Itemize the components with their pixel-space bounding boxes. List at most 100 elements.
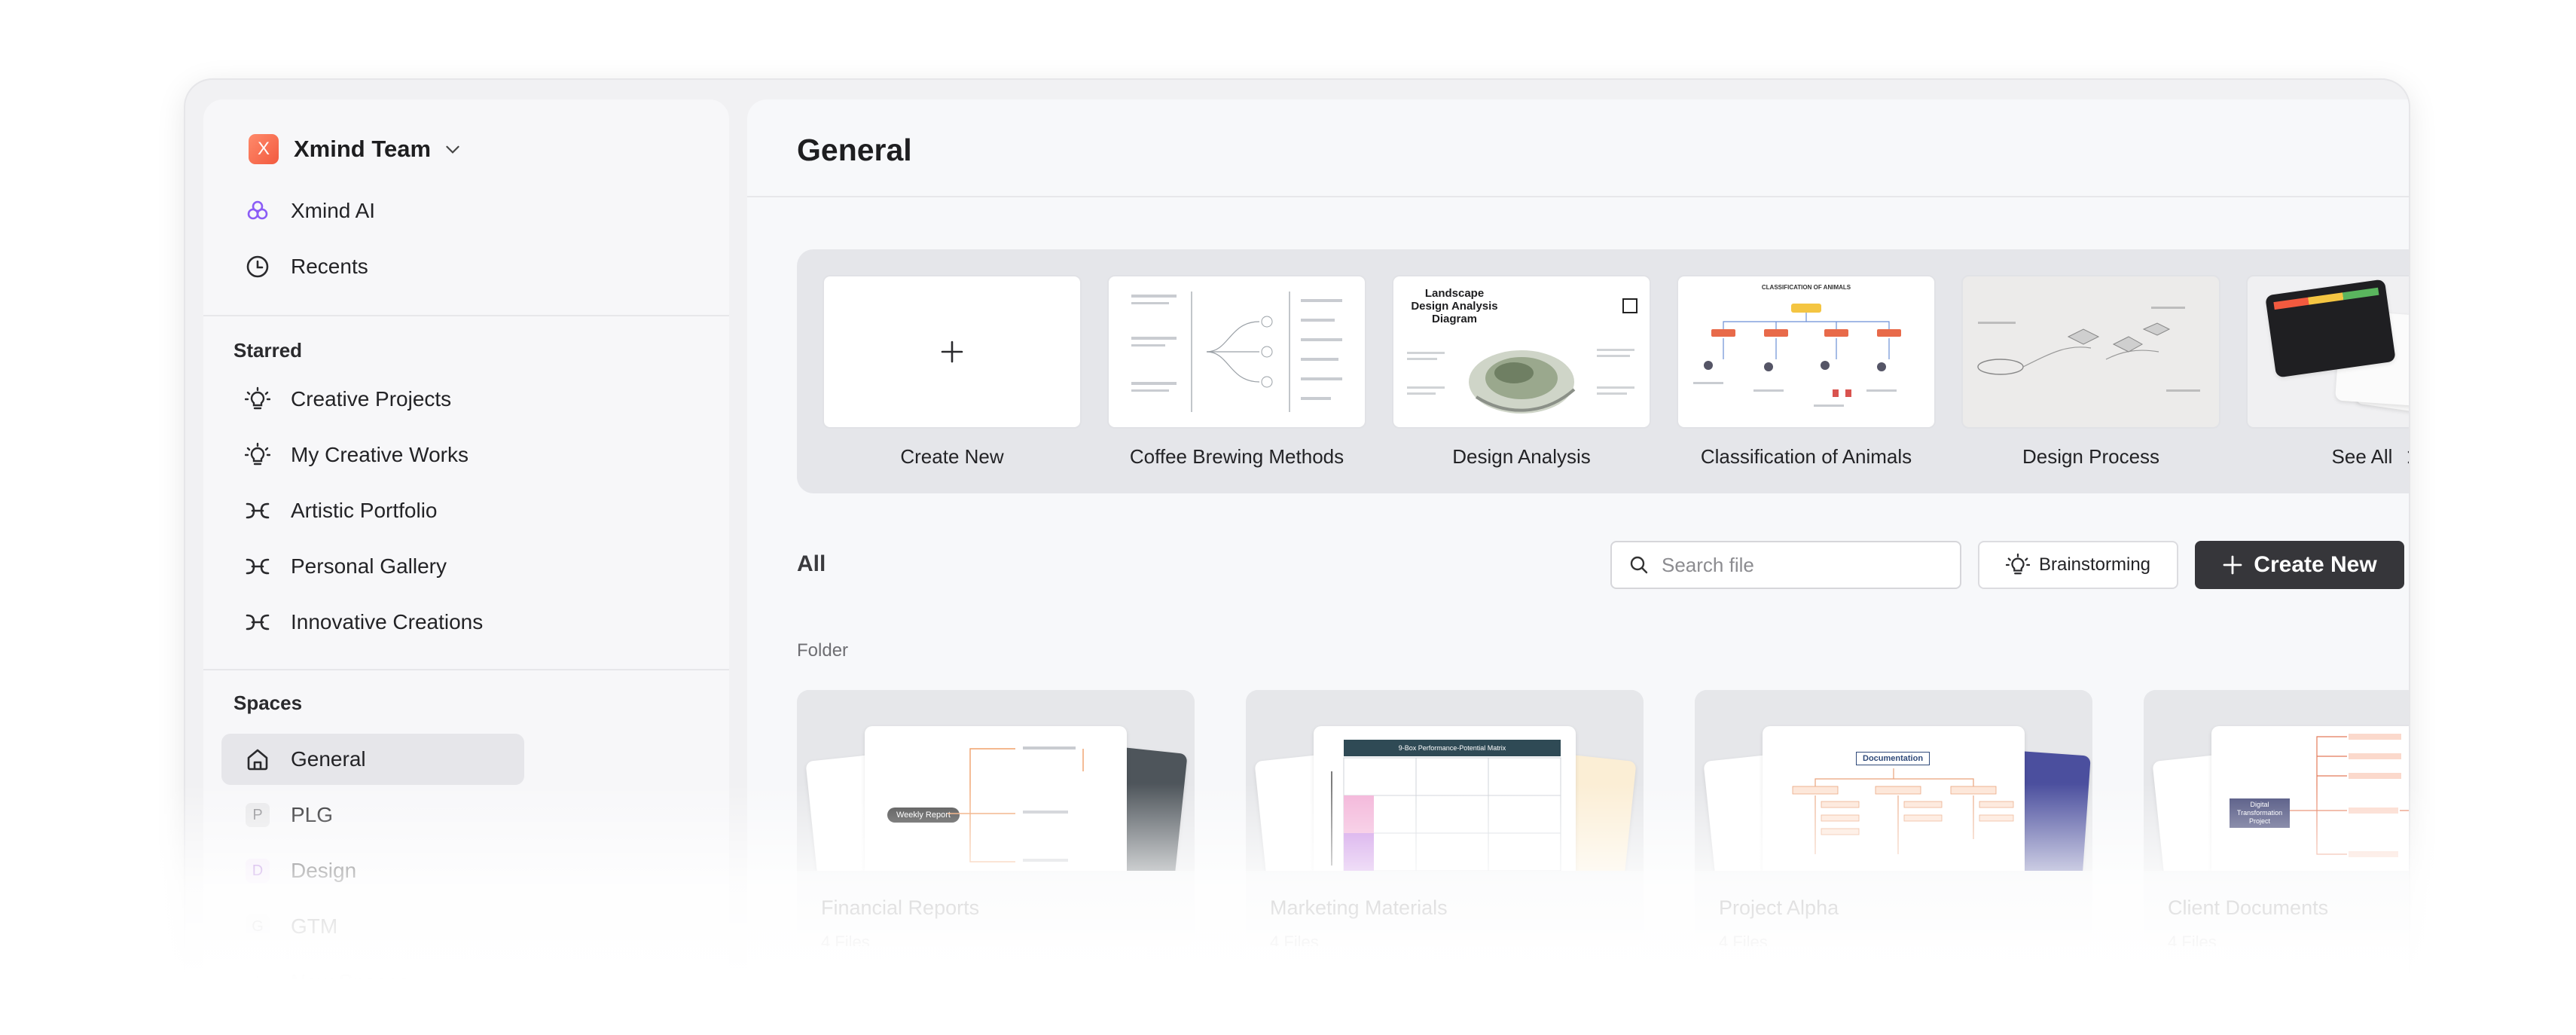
team-name: Xmind Team	[294, 136, 432, 162]
team-avatar: X	[249, 134, 279, 164]
spaces-title: Spaces	[233, 692, 303, 714]
search-icon	[1630, 556, 1648, 574]
template-classification-of-animals[interactable]: CLASSIFICATION OF ANIMALS Classification	[1677, 275, 1936, 469]
template-label: Design Analysis	[1452, 445, 1591, 468]
starred-item-innovative-creations[interactable]: Innovative Creations	[221, 597, 524, 648]
template-label: Create New	[900, 445, 1004, 468]
template-create-new[interactable]: Create New	[823, 275, 1082, 469]
template-thumbnail: CLASSIFICATION OF ANIMALS	[1677, 275, 1936, 429]
brainstorming-button[interactable]: Brainstorming	[1978, 541, 2178, 589]
team-switcher[interactable]: X Xmind Team	[249, 133, 462, 166]
xmind-ai-icon	[244, 197, 271, 224]
main-panel: General Create New Coffee Brewing Method…	[747, 99, 2409, 1035]
preview-sheet: 9-Box Performance-Potential Matrix	[1314, 726, 1576, 871]
mindmap-icon	[244, 497, 271, 524]
matrix-thumbnail	[1331, 757, 1561, 871]
starred-item-artistic-portfolio[interactable]: Artistic Portfolio	[221, 485, 524, 536]
preview-sheet: Weekly Report	[865, 726, 1127, 871]
home-icon	[244, 746, 271, 773]
tree-diagram-thumbnail	[1693, 304, 1901, 407]
space-item-label: PLG	[291, 803, 334, 826]
starred-item-creative-projects[interactable]: Creative Projects	[221, 374, 524, 425]
space-item-label: Design	[291, 859, 357, 882]
template-label: Classification of Animals	[1700, 445, 1912, 468]
folder-card-marketing-materials[interactable]: 9-Box Performance-Potential Matrix Marke…	[1246, 690, 1644, 946]
starred-item-personal-gallery[interactable]: Personal Gallery	[221, 541, 524, 592]
space-item-general[interactable]: General	[221, 734, 524, 785]
brainstorming-label: Brainstorming	[2038, 554, 2151, 575]
template-coffee-brewing-methods[interactable]: Coffee Brewing Methods	[1107, 275, 1366, 469]
space-item-design[interactable]: D Design	[221, 845, 524, 896]
folder-card-project-alpha[interactable]: Documentation Project Alpha 4 Files	[1695, 690, 2092, 946]
landscape-thumbnail	[1407, 298, 1637, 414]
preview-sheet: Documentation	[1763, 726, 2025, 871]
filter-all-label[interactable]: All	[797, 551, 826, 577]
template-label: Coffee Brewing Methods	[1129, 445, 1344, 468]
space-letter-badge: D	[244, 857, 271, 884]
folder-name: Client Documents	[2168, 896, 2329, 919]
preview-sheet: Digital Transformation Project	[2211, 726, 2409, 871]
space-letter-g: G	[246, 914, 270, 939]
mindmap-thumbnail	[2290, 734, 2409, 857]
starred-item-my-creative-works[interactable]: My Creative Works	[221, 429, 524, 481]
lightbulb-icon	[244, 386, 271, 413]
space-letter-p: P	[246, 803, 270, 827]
starred-item-label: Creative Projects	[291, 387, 452, 411]
see-all-label: See All	[2331, 445, 2393, 468]
main-header: General	[747, 99, 2409, 197]
mindmap-icon	[244, 609, 271, 636]
starred-item-label: My Creative Works	[291, 443, 469, 466]
folder-file-count: 4 Files	[821, 933, 870, 946]
template-thumbnail	[1107, 275, 1366, 429]
template-thumbnail	[823, 275, 1082, 429]
folder-preview: Weekly Report	[797, 690, 1195, 871]
search-input[interactable]	[1662, 553, 1948, 577]
new-space-button[interactable]: + New Spaces	[221, 957, 524, 1008]
starred-item-label: Innovative Creations	[291, 610, 484, 634]
mindmap-thumbnail	[1792, 768, 2014, 854]
nav-recents[interactable]: Recents	[221, 241, 524, 292]
template-gallery: Create New Coffee Brewing Methods Landsc…	[797, 249, 2409, 493]
page-title: General	[797, 133, 912, 167]
folder-preview: 9-Box Performance-Potential Matrix	[1246, 690, 1644, 871]
sidebar-divider	[203, 315, 729, 316]
space-item-plg[interactable]: P PLG	[221, 789, 524, 841]
folder-card-financial-reports[interactable]: Weekly Report Financial Reports 4 Files	[797, 690, 1195, 946]
clock-icon	[244, 253, 271, 280]
starred-item-label: Personal Gallery	[291, 554, 447, 578]
nav-recents-label: Recents	[291, 255, 368, 278]
template-thumbnail	[2246, 275, 2409, 429]
see-all-label-row: See All	[2246, 445, 2409, 469]
app-window: X Xmind Team Xmind AI Recents Starred Cr…	[185, 80, 2409, 1035]
space-letter-d: D	[246, 859, 270, 883]
chevron-right-icon	[2408, 450, 2409, 463]
stacked-paper-dark	[2265, 279, 2396, 378]
folder-preview: Documentation	[1695, 690, 2092, 871]
create-new-button[interactable]: Create New	[2195, 541, 2404, 589]
space-item-gtm[interactable]: G GTM	[221, 901, 524, 952]
space-item-label: GTM	[291, 914, 338, 938]
folder-preview: Digital Transformation Project	[2144, 690, 2409, 871]
lightbulb-icon	[244, 441, 271, 469]
folder-name: Marketing Materials	[1270, 896, 1448, 919]
space-item-label: New Spaces	[291, 970, 410, 994]
folder-name: Financial Reports	[821, 896, 980, 919]
create-new-label: Create New	[2254, 552, 2377, 577]
folder-card-client-documents[interactable]: Digital Transformation Project Client Do…	[2144, 690, 2409, 946]
see-all-templates[interactable]: See All	[2246, 275, 2409, 469]
sidebar-divider	[203, 669, 729, 670]
space-letter-badge: P	[244, 801, 271, 829]
mindmap-icon	[244, 553, 271, 580]
template-design-process[interactable]: Design Process	[1961, 275, 2220, 469]
mindmap-thumbnail	[948, 746, 1084, 862]
folder-file-count: 4 Files	[1270, 933, 1319, 946]
space-item-label: General	[291, 747, 366, 771]
folder-file-count: 4 Files	[1719, 933, 1768, 946]
template-design-analysis[interactable]: Landscape Design Analysis Diagram Design…	[1392, 275, 1651, 469]
nav-xmind-ai-label: Xmind AI	[291, 199, 376, 222]
nav-xmind-ai[interactable]: Xmind AI	[221, 185, 524, 237]
folder-file-count: 4 Files	[2168, 933, 2217, 946]
template-thumbnail	[1961, 275, 2220, 429]
lightbulb-icon	[2005, 553, 2030, 575]
sidebar: X Xmind Team Xmind AI Recents Starred Cr…	[203, 99, 729, 1035]
